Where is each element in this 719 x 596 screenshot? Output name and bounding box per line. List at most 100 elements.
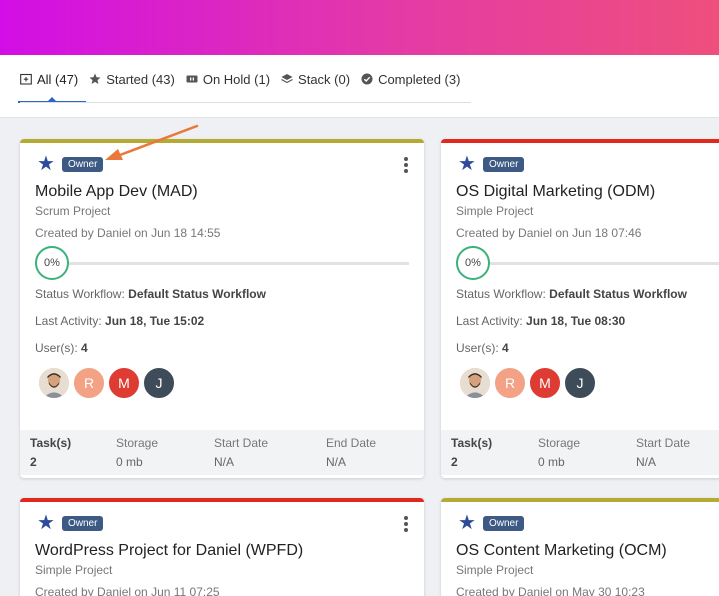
tasks-stat: Task(s) 2 [451, 436, 492, 469]
header-gradient-banner [0, 0, 719, 55]
project-card[interactable]: ★ Owner OS Content Marketing (OCM) Simpl… [441, 498, 719, 596]
start-date-value: N/A [214, 455, 235, 469]
member-avatars: R M J [459, 367, 599, 399]
progress-bar [487, 262, 719, 265]
project-type: Simple Project [35, 563, 113, 577]
project-type: Simple Project [456, 563, 534, 577]
project-title[interactable]: OS Content Marketing (OCM) [456, 542, 667, 560]
last-activity-label: Last Activity: [456, 314, 523, 328]
storage-stat: Storage 0 mb [538, 436, 580, 469]
project-filter-tabbar: All (47) Started (43) On Hold (1) Stack … [0, 55, 719, 118]
status-workflow-label: Status Workflow: [35, 287, 125, 301]
created-info: Created by Daniel on Jun 11 07:25 [35, 585, 220, 596]
pause-icon [186, 73, 198, 85]
owner-badge: Owner [483, 157, 525, 172]
tab-label: On Hold (1) [202, 71, 271, 87]
tab-label: Completed (3) [378, 71, 461, 87]
filter-tabs: All (47) Started (43) On Hold (1) Stack … [17, 55, 471, 103]
card-color-strip [20, 139, 424, 143]
card-footer-stats: Task(s) 2 Storage 0 mb Start Date N/A En… [20, 430, 424, 475]
storage-stat: Storage 0 mb [116, 436, 158, 469]
card-color-strip [20, 498, 424, 502]
project-title[interactable]: OS Digital Marketing (ODM) [456, 183, 655, 201]
users-count: User(s): 4 [456, 341, 509, 355]
progress-bar [66, 262, 409, 265]
tab-label: All (47) [37, 71, 79, 87]
avatar[interactable]: J [143, 367, 175, 399]
status-workflow-label: Status Workflow: [456, 287, 546, 301]
tab-stack[interactable]: Stack (0) [281, 55, 350, 103]
folder-plus-icon [20, 73, 32, 85]
favorite-star-icon[interactable]: ★ [37, 154, 57, 174]
project-card[interactable]: ★ Owner Mobile App Dev (MAD) Scrum Proje… [20, 139, 424, 478]
tabs-underline [20, 102, 471, 103]
status-workflow: Status Workflow: Default Status Workflow [456, 287, 687, 301]
avatar[interactable]: M [529, 367, 561, 399]
star-icon [89, 73, 101, 85]
project-type: Simple Project [456, 204, 534, 218]
favorite-star-icon[interactable]: ★ [37, 513, 57, 533]
avatar[interactable]: M [108, 367, 140, 399]
created-info: Created by Daniel on Jun 18 07:46 [456, 226, 642, 240]
card-color-strip [441, 498, 719, 502]
project-title[interactable]: Mobile App Dev (MAD) [35, 183, 198, 201]
users-label: User(s): [35, 341, 78, 355]
created-info: Created by Daniel on May 30 10:23 [456, 585, 645, 596]
tab-completed[interactable]: Completed (3) [361, 55, 460, 103]
avatar[interactable] [38, 367, 70, 399]
favorite-star-icon[interactable]: ★ [458, 513, 478, 533]
last-activity: Last Activity: Jun 18, Tue 08:30 [456, 314, 625, 328]
start-date-stat: Start Date N/A [214, 436, 268, 469]
avatar[interactable]: R [73, 367, 105, 399]
favorite-star-icon[interactable]: ★ [458, 154, 478, 174]
owner-badge: Owner [483, 516, 525, 531]
storage-label: Storage [538, 436, 581, 450]
users-value: 4 [502, 341, 509, 355]
last-activity: Last Activity: Jun 18, Tue 15:02 [35, 314, 204, 328]
status-workflow-value: Default Status Workflow [549, 287, 687, 301]
more-options-icon[interactable] [404, 157, 408, 173]
last-activity-label: Last Activity: [35, 314, 102, 328]
tasks-value: 2 [30, 455, 37, 469]
tab-all[interactable]: All (47) [17, 55, 87, 103]
owner-badge: Owner [62, 516, 104, 531]
last-activity-value: Jun 18, Tue 08:30 [526, 314, 626, 328]
start-date-label: Start Date [214, 436, 269, 450]
tasks-label: Task(s) [30, 436, 72, 450]
status-workflow-value: Default Status Workflow [128, 287, 266, 301]
end-date-stat: End Date N/A [326, 436, 376, 469]
progress-percent-circle: 0% [456, 246, 490, 280]
active-tab-caret [48, 97, 56, 101]
tab-started[interactable]: Started (43) [89, 55, 175, 103]
storage-label: Storage [116, 436, 159, 450]
project-card[interactable]: ★ Owner WordPress Project for Daniel (WP… [20, 498, 424, 596]
check-circle-icon [361, 73, 373, 85]
project-card[interactable]: ★ Owner OS Digital Marketing (ODM) Simpl… [441, 139, 719, 478]
card-color-strip [441, 139, 719, 143]
project-type: Scrum Project [35, 204, 111, 218]
card-footer-stats: Task(s) 2 Storage 0 mb Start Date N/A [441, 430, 719, 475]
tab-label: Started (43) [106, 71, 175, 87]
start-date-value: N/A [636, 455, 657, 469]
avatar[interactable]: R [494, 367, 526, 399]
users-label: User(s): [456, 341, 499, 355]
more-options-icon[interactable] [404, 516, 408, 532]
project-title[interactable]: WordPress Project for Daniel (WPFD) [35, 542, 303, 560]
storage-value: 0 mb [538, 455, 565, 469]
tasks-value: 2 [451, 455, 458, 469]
tasks-stat: Task(s) 2 [30, 436, 71, 469]
tab-label: Stack (0) [298, 71, 351, 87]
owner-badge: Owner [62, 157, 104, 172]
start-date-stat: Start Date N/A [636, 436, 690, 469]
progress-percent-circle: 0% [35, 246, 69, 280]
users-count: User(s): 4 [35, 341, 88, 355]
tab-on-hold[interactable]: On Hold (1) [186, 55, 270, 103]
status-workflow: Status Workflow: Default Status Workflow [35, 287, 266, 301]
member-avatars: R M J [38, 367, 178, 399]
avatar[interactable] [459, 367, 491, 399]
avatar[interactable]: J [564, 367, 596, 399]
last-activity-value: Jun 18, Tue 15:02 [105, 314, 205, 328]
created-info: Created by Daniel on Jun 18 14:55 [35, 226, 221, 240]
tasks-label: Task(s) [451, 436, 493, 450]
layers-icon [281, 73, 293, 85]
